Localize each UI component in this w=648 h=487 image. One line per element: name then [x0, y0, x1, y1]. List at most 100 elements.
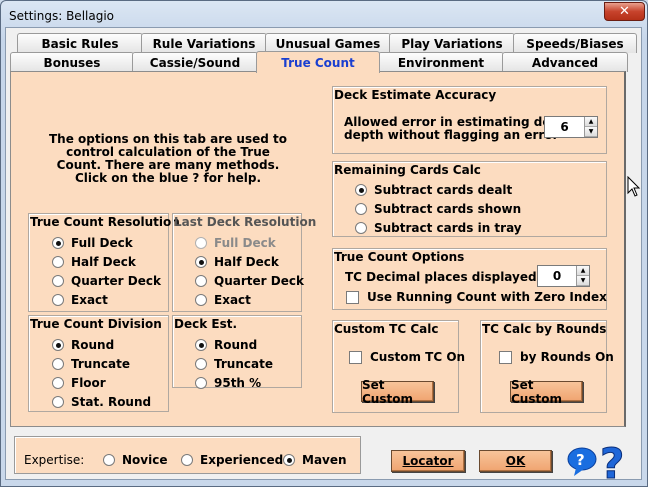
radio-indicator[interactable]: [283, 454, 295, 466]
radio-label: Truncate: [71, 357, 130, 371]
set-custom-button[interactable]: Set Custom: [361, 378, 434, 406]
radio-label: Quarter Deck: [214, 274, 304, 288]
spin-down-icon[interactable]: ▼: [577, 276, 589, 286]
svg-text:?: ?: [576, 451, 585, 469]
checkbox-label: by Rounds On: [520, 350, 614, 364]
tab-play-variations[interactable]: Play Variations: [389, 33, 515, 53]
radio-label: Subtract cards in tray: [374, 221, 522, 235]
radio-label: Exact: [214, 293, 251, 307]
spin-up-icon[interactable]: ▲: [585, 117, 597, 127]
radio-label: Maven: [302, 453, 347, 467]
radio-indicator[interactable]: [52, 256, 64, 268]
radio-indicator[interactable]: [52, 339, 64, 351]
accuracy-label-line1: Allowed error in estimating deck: [344, 115, 566, 129]
group-title: TC Calc by Rounds: [482, 322, 607, 336]
checkbox-box[interactable]: [349, 350, 362, 364]
radio-div-round[interactable]: Round: [52, 338, 114, 352]
accuracy-value[interactable]: 6: [545, 117, 584, 137]
tab-basic-rules[interactable]: Basic Rules: [17, 33, 143, 53]
radio-ld-full-deck: Full Deck: [195, 236, 276, 250]
decimal-places-spinner[interactable]: 0 ▲ ▼: [537, 265, 590, 287]
checkbox-running-count[interactable]: Use Running Count with Zero Index: [346, 290, 607, 304]
radio-indicator[interactable]: [52, 358, 64, 370]
radio-est-truncate[interactable]: Truncate: [195, 357, 273, 371]
locator-button[interactable]: Locator: [391, 450, 465, 472]
radio-experienced[interactable]: Experienced: [181, 453, 283, 467]
mouse-cursor-icon: [627, 176, 641, 197]
radio-label: Novice: [122, 453, 168, 467]
radio-div-floor[interactable]: Floor: [52, 376, 106, 390]
radio-subtract-dealt[interactable]: Subtract cards dealt: [355, 183, 512, 197]
checkbox-box[interactable]: [499, 350, 512, 364]
radio-div-truncate[interactable]: Truncate: [52, 357, 130, 371]
expertise-label: Expertise:: [24, 453, 85, 467]
tab-speeds-biases[interactable]: Speeds/Biases: [513, 33, 637, 53]
intro-text: The options on this tab are used to cont…: [48, 132, 288, 185]
radio-indicator: [195, 237, 207, 249]
radio-indicator[interactable]: [195, 339, 207, 351]
radio-indicator[interactable]: [355, 184, 367, 196]
radio-subtract-shown[interactable]: Subtract cards shown: [355, 202, 521, 216]
radio-ld-half-deck[interactable]: Half Deck: [195, 255, 279, 269]
radio-label: Subtract cards dealt: [374, 183, 513, 197]
radio-indicator[interactable]: [195, 294, 207, 306]
decimal-places-label: TC Decimal places displayed: [345, 270, 537, 284]
tab-cassie-sound[interactable]: Cassie/Sound: [132, 52, 258, 72]
radio-indicator[interactable]: [52, 275, 64, 287]
radio-indicator[interactable]: [195, 377, 207, 389]
radio-tc-half-deck[interactable]: Half Deck: [52, 255, 136, 269]
tab-unusual-games[interactable]: Unusual Games: [265, 33, 391, 53]
group-title: Deck Estimate Accuracy: [334, 88, 497, 102]
radio-indicator[interactable]: [195, 358, 207, 370]
radio-est-95th[interactable]: 95th %: [195, 376, 261, 390]
checkbox-label: Custom TC On: [370, 350, 466, 364]
spin-down-icon[interactable]: ▼: [585, 127, 597, 137]
group-title: True Count Division: [30, 317, 162, 331]
checkbox-by-rounds[interactable]: by Rounds On: [499, 350, 614, 364]
radio-maven[interactable]: Maven: [283, 453, 347, 467]
radio-label: Round: [71, 338, 115, 352]
radio-label: Full Deck: [214, 236, 276, 250]
radio-indicator[interactable]: [52, 237, 64, 249]
decimal-places-value[interactable]: 0: [538, 266, 576, 286]
close-button[interactable]: ✕: [604, 2, 645, 21]
radio-novice[interactable]: Novice: [103, 453, 167, 467]
radio-indicator[interactable]: [355, 222, 367, 234]
radio-ld-exact[interactable]: Exact: [195, 293, 251, 307]
radio-indicator[interactable]: [52, 396, 64, 408]
set-custom-rounds-button[interactable]: Set Custom: [510, 378, 583, 406]
radio-indicator[interactable]: [103, 454, 115, 466]
radio-ld-quarter-deck[interactable]: Quarter Deck: [195, 274, 304, 288]
group-title: True Count Resolution: [30, 215, 180, 229]
radio-label: Stat. Round: [71, 395, 152, 409]
tab-advanced[interactable]: Advanced: [502, 52, 628, 72]
radio-tc-exact[interactable]: Exact: [52, 293, 108, 307]
checkbox-box[interactable]: [346, 290, 359, 304]
tab-bonuses[interactable]: Bonuses: [10, 52, 134, 72]
svg-text:?: ?: [600, 440, 624, 482]
group-title: True Count Options: [334, 250, 465, 264]
spin-up-icon[interactable]: ▲: [577, 266, 589, 276]
radio-tc-full-deck[interactable]: Full Deck: [52, 236, 133, 250]
tab-rule-variations[interactable]: Rule Variations: [141, 33, 267, 53]
accuracy-label-line2: depth without flagging an error: [344, 128, 559, 142]
radio-indicator[interactable]: [195, 275, 207, 287]
checkbox-label: Use Running Count with Zero Index: [367, 290, 607, 304]
radio-label: 95th %: [214, 376, 262, 390]
radio-indicator[interactable]: [181, 454, 193, 466]
help-icon[interactable]: ? ?: [566, 440, 636, 482]
radio-indicator[interactable]: [195, 256, 207, 268]
radio-subtract-tray[interactable]: Subtract cards in tray: [355, 221, 522, 235]
accuracy-spinner[interactable]: 6 ▲ ▼: [544, 116, 598, 138]
ok-button[interactable]: OK: [479, 450, 552, 472]
checkbox-custom-tc[interactable]: Custom TC On: [349, 350, 465, 364]
radio-div-stat-round[interactable]: Stat. Round: [52, 395, 151, 409]
radio-indicator[interactable]: [355, 203, 367, 215]
radio-tc-quarter-deck[interactable]: Quarter Deck: [52, 274, 161, 288]
radio-est-round[interactable]: Round: [195, 338, 257, 352]
tab-environment[interactable]: Environment: [378, 52, 504, 72]
radio-indicator[interactable]: [52, 294, 64, 306]
radio-label: Exact: [71, 293, 108, 307]
radio-indicator[interactable]: [52, 377, 64, 389]
tab-true-count[interactable]: True Count: [256, 51, 380, 73]
